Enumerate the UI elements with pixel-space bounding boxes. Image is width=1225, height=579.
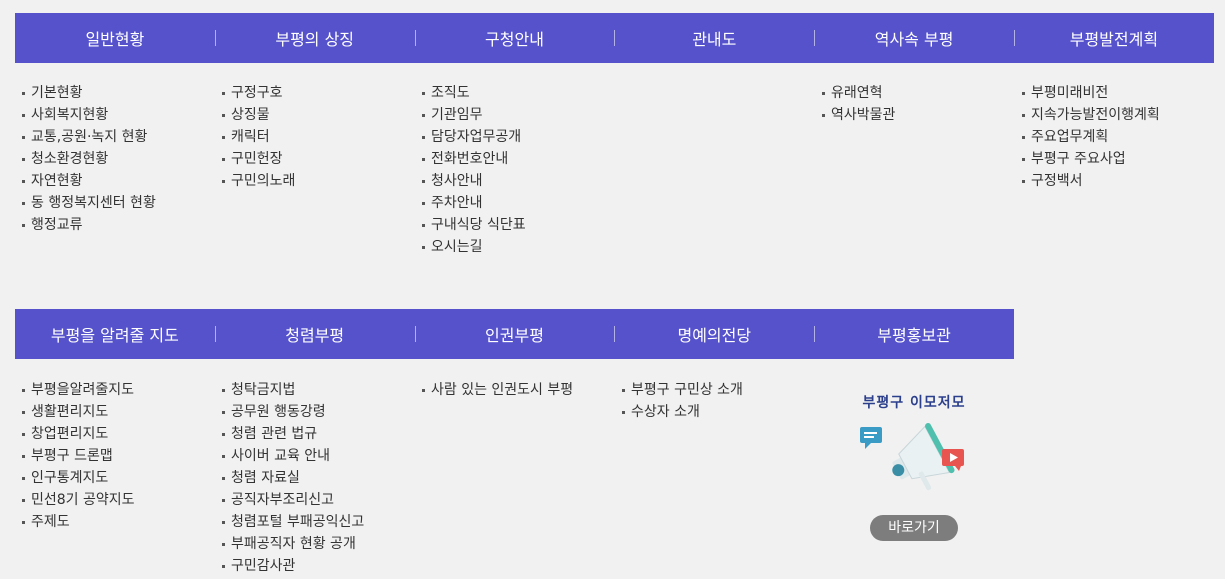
menu-column-hall-of-fame: 부평구 구민상 소개 수상자 소개 (615, 379, 815, 423)
go-button[interactable]: 바로가기 (870, 515, 958, 541)
menu-link[interactable]: 기관임무 (415, 104, 615, 126)
menu-link[interactable]: 구내식당 식단표 (415, 214, 615, 236)
menu-link[interactable]: 캐릭터 (215, 126, 415, 148)
promo-title: 부평구 이모저모 (862, 395, 966, 411)
menu-link[interactable]: 기본현황 (15, 82, 215, 104)
menu-link[interactable]: 행정교류 (15, 214, 215, 236)
menu-link[interactable]: 청소환경현황 (15, 148, 215, 170)
menu-column-office: 조직도 기관임무 담당자업무공개 전화번호안내 청사안내 주차안내 구내식당 식… (415, 82, 615, 258)
menu-column-development: 부평미래비전 지속가능발전이행계획 주요업무계획 부평구 주요사업 구정백서 (1015, 82, 1215, 192)
menu-link[interactable]: 청렴 자료실 (215, 467, 415, 489)
menu-link[interactable]: 역사박물관 (815, 104, 1015, 126)
menu-link[interactable]: 담당자업무공개 (415, 126, 615, 148)
menu-link[interactable]: 창업편리지도 (15, 423, 215, 445)
menu-link[interactable]: 부평미래비전 (1015, 82, 1215, 104)
menu-link[interactable]: 주제도 (15, 511, 215, 533)
menu-link[interactable]: 교통,공원·녹지 현황 (15, 126, 215, 148)
chat-bubble-icon (860, 427, 882, 449)
menu-link[interactable]: 인구통계지도 (15, 467, 215, 489)
menu-link[interactable]: 지속가능발전이행계획 (1015, 104, 1215, 126)
menu-link[interactable]: 부평구 주요사업 (1015, 148, 1215, 170)
menu-link[interactable]: 전화번호안내 (415, 148, 615, 170)
menu-heading-hall-of-fame[interactable]: 명예의전당 (614, 309, 814, 359)
menu-link[interactable]: 자연현황 (15, 170, 215, 192)
menu-heading-history[interactable]: 역사속 부평 (814, 13, 1014, 63)
menu-link[interactable]: 청탁금지법 (215, 379, 415, 401)
menu-link[interactable]: 공무원 행동강령 (215, 401, 415, 423)
menu-heading-general[interactable]: 일반현황 (15, 13, 215, 63)
menu-link[interactable]: 조직도 (415, 82, 615, 104)
menu-heading-district-map[interactable]: 관내도 (614, 13, 814, 63)
menu-link[interactable]: 주차안내 (415, 192, 615, 214)
menu-link[interactable]: 청사안내 (415, 170, 615, 192)
menu-heading-integrity[interactable]: 청렴부평 (214, 309, 415, 359)
menu-link[interactable]: 구민감사관 (215, 555, 415, 577)
menu-link[interactable]: 구정구호 (215, 82, 415, 104)
menu-column-human-rights: 사람 있는 인권도시 부평 (415, 379, 615, 401)
menu-heading-office[interactable]: 구청안내 (414, 13, 615, 63)
menu-link[interactable]: 주요업무계획 (1015, 126, 1215, 148)
menu-link[interactable]: 부평구 드론맵 (15, 445, 215, 467)
menu-column-maps: 부평을알려줄지도 생활편리지도 창업편리지도 부평구 드론맵 인구통계지도 민선… (15, 379, 215, 533)
menu-heading-symbol[interactable]: 부평의 상징 (214, 13, 415, 63)
menu-heading-human-rights[interactable]: 인권부평 (414, 309, 615, 359)
menu-link[interactable]: 오시는길 (415, 236, 615, 258)
promo-banner[interactable]: 부평구 이모저모 바로가기 (815, 385, 1013, 545)
menu-link[interactable]: 민선8기 공약지도 (15, 489, 215, 511)
menu-link[interactable]: 생활편리지도 (15, 401, 215, 423)
menu-link[interactable]: 청렴 관련 법규 (215, 423, 415, 445)
menu-column-history: 유래연혁 역사박물관 (815, 82, 1015, 126)
menu-header-top: 일반현황 부평의 상징 구청안내 관내도 역사속 부평 부평발전계획 (15, 13, 1214, 63)
menu-column-symbol: 구정구호 상징물 캐릭터 구민헌장 구민의노래 (215, 82, 415, 192)
menu-link[interactable]: 사람 있는 인권도시 부평 (415, 379, 615, 401)
play-icon (942, 449, 964, 471)
menu-link[interactable]: 동 행정복지센터 현황 (15, 192, 215, 214)
menu-link[interactable]: 청렴포털 부패공익신고 (215, 511, 415, 533)
menu-column-general: 기본현황 사회복지현황 교통,공원·녹지 현황 청소환경현황 자연현황 동 행정… (15, 82, 215, 236)
menu-link[interactable]: 상징물 (215, 104, 415, 126)
menu-link[interactable]: 부패공직자 현황 공개 (215, 533, 415, 555)
menu-heading-maps[interactable]: 부평을 알려줄 지도 (15, 309, 215, 359)
menu-column-integrity: 청탁금지법 공무원 행동강령 청렴 관련 법규 사이버 교육 안내 청렴 자료실… (215, 379, 415, 577)
menu-link[interactable]: 부평구 구민상 소개 (615, 379, 815, 401)
menu-link[interactable]: 수상자 소개 (615, 401, 815, 423)
menu-link[interactable]: 사이버 교육 안내 (215, 445, 415, 467)
menu-link[interactable]: 구민헌장 (215, 148, 415, 170)
menu-link[interactable]: 사회복지현황 (15, 104, 215, 126)
menu-heading-development[interactable]: 부평발전계획 (1013, 13, 1214, 63)
menu-link[interactable]: 유래연혁 (815, 82, 1015, 104)
menu-heading-promotion[interactable]: 부평홍보관 (814, 309, 1014, 359)
menu-link[interactable]: 공직자부조리신고 (215, 489, 415, 511)
menu-link[interactable]: 부평을알려줄지도 (15, 379, 215, 401)
menu-link[interactable]: 구민의노래 (215, 170, 415, 192)
menu-link[interactable]: 구정백서 (1015, 170, 1215, 192)
menu-header-bottom: 부평을 알려줄 지도 청렴부평 인권부평 명예의전당 부평홍보관 (15, 309, 1014, 359)
